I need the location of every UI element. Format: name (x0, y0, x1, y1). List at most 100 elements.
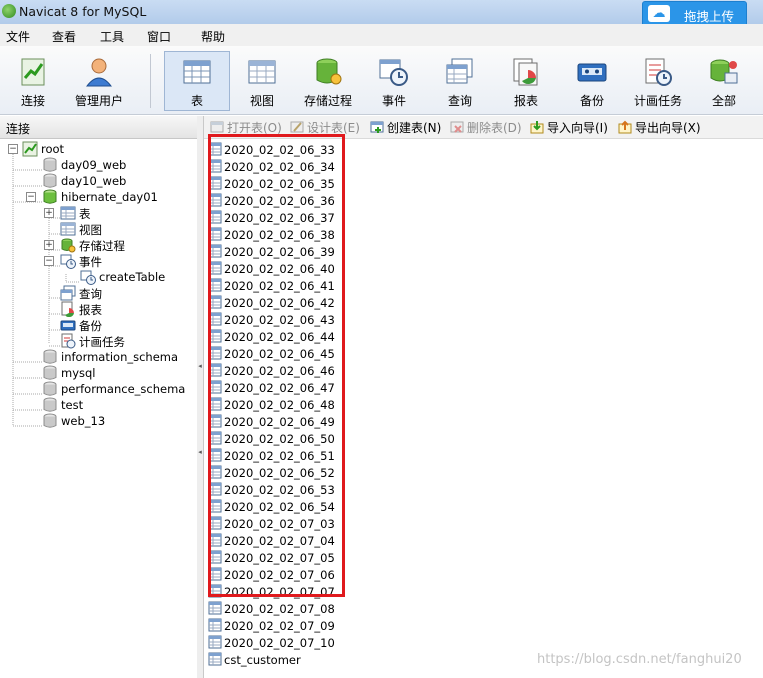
event-clock-icon (80, 270, 96, 285)
table-icon (208, 448, 222, 462)
stored-procedure-icon (61, 238, 76, 253)
menu-help[interactable]: 帮助 (201, 28, 225, 45)
tree-node-label: 事件 (79, 255, 102, 269)
table-name: 2020_02_02_06_37 (224, 211, 335, 225)
expand-procedures-toggle[interactable]: + (44, 240, 54, 250)
schedule-icon (61, 333, 76, 349)
tree-node-label: 视图 (79, 223, 102, 237)
pane-splitter[interactable]: ◂ ◂ (197, 116, 204, 678)
table-name: 2020_02_02_06_43 (224, 313, 335, 327)
event-tool-label: 事件 (381, 94, 406, 108)
table-icon (208, 584, 222, 598)
table-name: 2020_02_02_06_39 (224, 245, 335, 259)
menu-window[interactable]: 窗口 (147, 28, 171, 45)
query-icon (446, 58, 473, 84)
scheduled-task-tool-label: 计画任务 (633, 94, 682, 108)
table-icon (208, 312, 222, 326)
design-table-icon (290, 121, 304, 133)
menu-tools[interactable]: 工具 (100, 28, 124, 45)
table-name: 2020_02_02_07_05 (224, 551, 335, 565)
tree-node-label: 表 (79, 207, 91, 221)
menu-view[interactable]: 查看 (52, 28, 76, 45)
view-tool-button[interactable]: 视图 (230, 52, 294, 110)
connection-tool-label: 连接 (20, 94, 45, 108)
tree-node-label: root (41, 142, 65, 156)
watermark-text: https://blog.csdn.net/fanghui20 (537, 652, 742, 667)
report-tool-button[interactable]: 报表 (494, 52, 558, 110)
tree-node-label: createTable (99, 270, 166, 284)
table-icon (208, 244, 222, 258)
all-tool-button[interactable]: 全部 (692, 52, 756, 110)
export-wizard-label: 导出向导(X) (635, 121, 701, 135)
table-name: 2020_02_02_06_36 (224, 194, 335, 208)
table-icon (208, 397, 222, 411)
query-tool-button[interactable]: 查询 (428, 52, 492, 110)
table-icon (208, 516, 222, 530)
table-icon (208, 431, 222, 445)
table-icon (208, 414, 222, 428)
stored-procedure-icon (316, 58, 342, 85)
event-clock-icon (379, 59, 408, 86)
table-tool-label: 表 (190, 94, 203, 108)
event-tool-button[interactable]: 事件 (362, 52, 426, 110)
table-icon (208, 295, 222, 309)
new-table-label: 创建表(N) (387, 121, 442, 135)
collapse-root-toggle[interactable]: − (8, 144, 18, 154)
backup-tape-icon (60, 320, 76, 331)
tree-node-label: hibernate_day01 (61, 190, 158, 204)
title-bar: Navicat 8 for MySQL ☁ 拖拽上传 (0, 0, 763, 27)
stored-procedure-tool-button[interactable]: 存储过程 (296, 52, 360, 110)
connection-tree-pane: 连接 − root day09_web day10_web − hibernat… (0, 116, 198, 678)
expand-tables-toggle[interactable]: + (44, 208, 54, 218)
table-icon (208, 652, 222, 666)
object-list-pane: 打开表(O) 设计表(E) 创建表(N) 删除表(D) 导入向导(I) 导出向导… (204, 116, 763, 678)
report-icon (61, 301, 74, 317)
database-closed-icon (43, 349, 57, 364)
collapse-hibernate-toggle[interactable]: − (26, 192, 36, 202)
table-tool-button[interactable]: 表 (164, 51, 230, 111)
table-name: 2020_02_02_07_03 (224, 517, 335, 531)
table-icon (208, 533, 222, 547)
table-name: 2020_02_02_06_42 (224, 296, 335, 310)
table-name: 2020_02_02_06_53 (224, 483, 335, 497)
manage-users-tool-button[interactable]: 管理用户 (67, 52, 131, 110)
scheduled-task-tool-button[interactable]: 计画任务 (626, 52, 690, 110)
menu-file[interactable]: 文件 (6, 28, 30, 45)
connection-tool-button[interactable]: 连接 (1, 52, 65, 110)
backup-tool-button[interactable]: 备份 (560, 52, 624, 110)
table-icon (208, 363, 222, 377)
table-name: 2020_02_02_07_10 (224, 636, 335, 650)
backup-tool-label: 备份 (579, 94, 604, 108)
query-icon (60, 285, 76, 301)
design-table-label: 设计表(E) (307, 121, 360, 135)
tree-node-label: 存储过程 (79, 239, 125, 253)
query-tool-label: 查询 (447, 94, 472, 108)
database-closed-icon (43, 381, 57, 396)
table-icon (208, 635, 222, 649)
table-name: 2020_02_02_06_34 (224, 160, 335, 174)
table-icon (208, 329, 222, 343)
table-icon (208, 193, 222, 207)
table-icon (208, 380, 222, 394)
table-icon (208, 550, 222, 564)
table-icon (208, 499, 222, 513)
table-icon (208, 601, 222, 615)
table-name: 2020_02_02_07_08 (224, 602, 335, 616)
tree-node-label: day10_web (61, 174, 127, 188)
connection-icon (22, 141, 38, 157)
backup-tape-icon (577, 63, 607, 82)
table-icon (208, 227, 222, 241)
database-closed-icon (43, 397, 57, 412)
table-icon (208, 465, 222, 479)
open-table-label: 打开表(O) (227, 121, 282, 135)
main-toolbar: 连接 管理用户 表 视图 存储过程 事件 查询 报表 备份 计画任务 全部 (0, 46, 763, 115)
all-objects-icon (710, 59, 738, 84)
schedule-icon (645, 58, 672, 86)
tree-node-label: 备份 (79, 319, 102, 333)
collapse-events-toggle[interactable]: − (44, 256, 54, 266)
menu-bar: 文件 查看 工具 窗口 帮助 (0, 24, 763, 46)
table-name: 2020_02_02_06_44 (224, 330, 335, 344)
export-wizard-icon (618, 120, 632, 134)
splitter-grip-icon: ◂ (198, 448, 202, 456)
table-icon (183, 60, 211, 84)
